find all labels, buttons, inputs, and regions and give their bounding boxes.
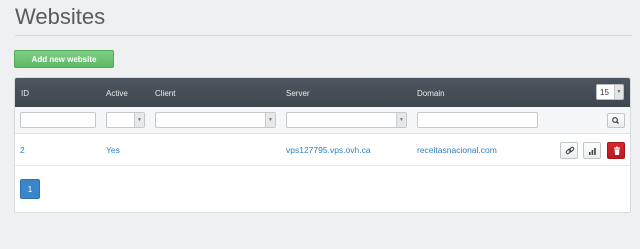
column-header-id[interactable]: ID xyxy=(21,89,29,98)
column-header-domain[interactable]: Domain xyxy=(417,89,445,98)
column-header-client[interactable]: Client xyxy=(155,89,175,98)
page-title: Websites xyxy=(15,4,106,29)
filter-server-select[interactable]: ▼ xyxy=(286,112,407,128)
per-page-value: 15 xyxy=(600,88,609,97)
delete-button[interactable] xyxy=(607,142,625,159)
table-header: ID Active Client Server Domain 15 ▼ xyxy=(15,78,630,107)
signal-bars-icon xyxy=(589,148,596,155)
link-icon xyxy=(565,146,575,155)
cell-domain[interactable]: receitasnacional.com xyxy=(417,145,497,155)
filter-active-select[interactable]: ▼ xyxy=(106,112,145,128)
filter-id-input[interactable] xyxy=(20,112,96,128)
cell-active[interactable]: Yes xyxy=(106,145,120,155)
caret-down-icon: ▼ xyxy=(614,85,623,99)
caret-down-icon: ▼ xyxy=(396,113,406,127)
filter-row: ▼ ▼ ▼ xyxy=(15,107,630,134)
caret-down-icon: ▼ xyxy=(265,113,275,127)
cell-id[interactable]: 2 xyxy=(20,145,25,155)
title-divider xyxy=(15,35,632,36)
column-header-server[interactable]: Server xyxy=(286,89,310,98)
websites-table-panel: ID Active Client Server Domain 15 ▼ ▼ ▼ … xyxy=(14,77,631,213)
pagination-page-1[interactable]: 1 xyxy=(20,179,40,199)
filter-domain-input[interactable] xyxy=(417,112,538,128)
search-icon xyxy=(612,117,619,124)
caret-down-icon: ▼ xyxy=(134,113,144,127)
open-link-button[interactable] xyxy=(560,142,578,159)
search-button[interactable] xyxy=(607,113,625,128)
cell-server[interactable]: vps127795.vps.ovh.ca xyxy=(286,145,371,155)
trash-icon xyxy=(614,146,620,155)
column-header-active[interactable]: Active xyxy=(106,89,128,98)
statistics-button[interactable] xyxy=(583,142,601,159)
add-website-button[interactable]: Add new website xyxy=(14,50,114,68)
per-page-select[interactable]: 15 ▼ xyxy=(596,84,624,100)
table-row[interactable]: 2 Yes vps127795.vps.ovh.ca receitasnacio… xyxy=(15,135,630,166)
filter-client-select[interactable]: ▼ xyxy=(155,112,276,128)
